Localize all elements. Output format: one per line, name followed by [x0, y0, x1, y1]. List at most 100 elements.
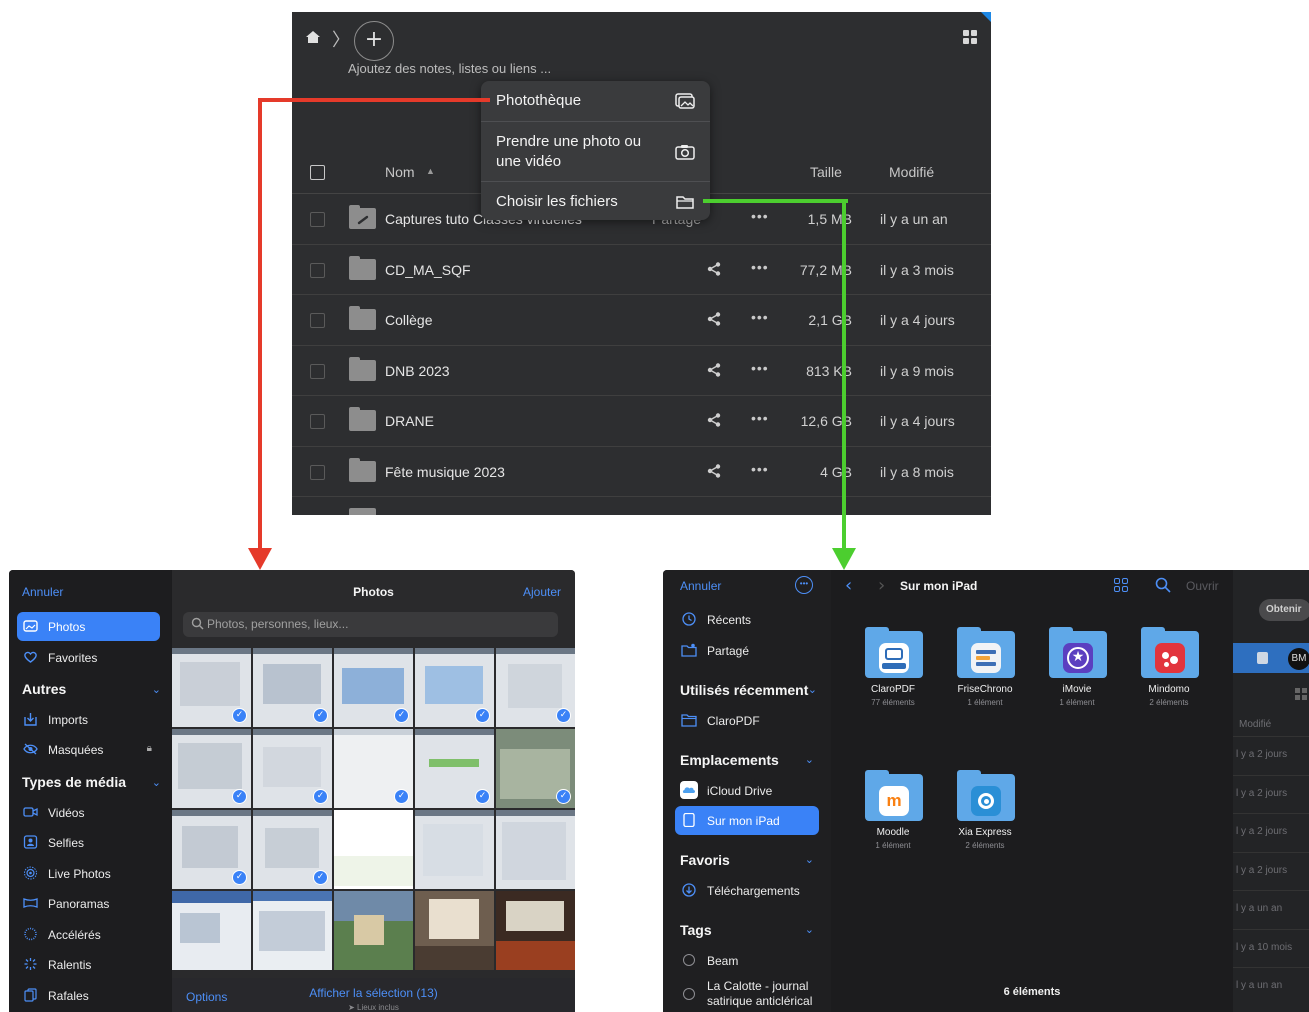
grid-view-icon[interactable] — [1114, 578, 1128, 592]
column-name[interactable]: Nom — [385, 164, 415, 180]
row-checkbox[interactable] — [310, 414, 325, 429]
photo-thumbnail[interactable]: ✓ — [415, 729, 494, 808]
cancel-button[interactable]: Annuler — [680, 579, 721, 593]
notes-placeholder[interactable]: Ajoutez des notes, listes ou liens ... — [348, 61, 551, 76]
share-icon[interactable] — [706, 311, 722, 327]
sidebar-item-imports[interactable]: Imports — [17, 705, 160, 734]
chevron-down-icon[interactable]: ⌄ — [805, 923, 814, 936]
row-checkbox[interactable] — [310, 363, 325, 379]
sidebar-item-recents[interactable]: Récents — [675, 605, 819, 634]
sidebar-item-hidden[interactable]: Masquées 🔒︎ — [17, 735, 160, 764]
photo-thumbnail[interactable]: ✓ — [334, 648, 413, 727]
grid-view-icon[interactable] — [963, 30, 977, 44]
sidebar-item-favorites[interactable]: Favorites — [17, 643, 160, 672]
section-others[interactable]: Autres — [22, 681, 66, 697]
photo-thumbnail[interactable] — [334, 810, 413, 889]
row-actions-button[interactable]: ••• — [751, 360, 769, 376]
sidebar-item-icloud-drive[interactable]: iCloud Drive — [675, 776, 819, 805]
photo-thumbnail[interactable]: ✓ — [172, 648, 251, 727]
section-media-types[interactable]: Types de média — [22, 774, 126, 790]
row-checkbox[interactable] — [310, 313, 325, 328]
table-row[interactable]: DNB 2023 ••• 813 KB il y a 9 mois — [292, 346, 991, 396]
sidebar-item-bursts[interactable]: Rafales — [17, 981, 160, 1010]
sidebar-item-shared[interactable]: Partagé — [675, 636, 819, 665]
sidebar-item-photos[interactable]: Photos — [17, 612, 160, 641]
row-checkbox[interactable] — [310, 464, 325, 480]
row-actions-button[interactable]: ••• — [751, 309, 769, 325]
share-icon[interactable] — [706, 463, 722, 479]
back-chevron-icon[interactable]: ‹ — [845, 575, 852, 596]
sidebar-item-panoramas[interactable]: Panoramas — [17, 889, 160, 918]
photo-thumbnail[interactable] — [415, 810, 494, 889]
sidebar-item-claropdf[interactable]: ClaroPDF — [675, 706, 819, 735]
table-row[interactable]: CD_MA_SQF ••• 77,2 MB il y a 3 mois — [292, 245, 991, 295]
show-selection-button[interactable]: Afficher la sélection (13) — [172, 986, 575, 1000]
table-row[interactable]: Collège ••• 2,1 GB il y a 4 jours — [292, 295, 991, 346]
photo-thumbnail[interactable]: ✓ — [415, 648, 494, 727]
sidebar-item-live-photos[interactable]: Live Photos — [17, 859, 160, 888]
app-folder-mindomo[interactable]: Mindomo 2 éléments — [1129, 627, 1209, 717]
menu-item-photo-library[interactable]: Photothèque — [481, 81, 710, 121]
row-checkbox[interactable] — [310, 262, 325, 278]
photo-thumbnail[interactable]: ✓ — [172, 729, 251, 808]
chevron-down-icon[interactable]: ⌄ — [805, 753, 814, 766]
tag-beam[interactable]: Beam — [707, 954, 738, 968]
add-button[interactable]: Ajouter — [523, 585, 561, 599]
avatar[interactable]: BM — [1288, 648, 1309, 670]
search-icon[interactable] — [1155, 577, 1171, 593]
photo-thumbnail[interactable]: ✓ — [334, 729, 413, 808]
section-favorites[interactable]: Favoris — [680, 852, 730, 868]
more-options-icon[interactable]: ••• — [795, 576, 813, 594]
new-button[interactable]: + — [354, 21, 394, 61]
chevron-down-icon[interactable]: ⌄ — [152, 683, 161, 696]
row-checkbox[interactable] — [310, 212, 325, 227]
photo-thumbnail[interactable] — [496, 891, 575, 970]
menu-item-choose-files[interactable]: Choisir les fichiers — [481, 182, 710, 220]
photo-thumbnail[interactable]: ✓ — [496, 648, 575, 727]
share-icon[interactable] — [706, 261, 722, 277]
column-modified[interactable]: Modifié — [889, 164, 934, 180]
app-folder-imovie[interactable]: ★ iMovie 1 élément — [1037, 627, 1117, 717]
forward-chevron-icon[interactable]: › — [878, 575, 885, 596]
row-actions-button[interactable]: ••• — [751, 410, 769, 426]
select-all-checkbox[interactable] — [310, 165, 325, 180]
table-row[interactable]: DRANE ••• 12,6 GB il y a 4 jours — [292, 396, 991, 447]
tag-la-calotte-line1[interactable]: La Calotte - journal — [707, 979, 808, 993]
photo-thumbnail[interactable] — [253, 891, 332, 970]
share-icon[interactable] — [706, 412, 722, 428]
section-locations[interactable]: Emplacements — [680, 752, 779, 768]
photo-thumbnail[interactable]: ✓ — [172, 810, 251, 889]
sidebar-item-timelapse[interactable]: Accélérés — [17, 920, 160, 949]
photo-thumbnail[interactable] — [415, 891, 494, 970]
photo-thumbnail[interactable]: ✓ — [253, 810, 332, 889]
sidebar-item-slomo[interactable]: Ralentis — [17, 950, 160, 979]
chevron-down-icon[interactable]: ⌄ — [808, 683, 817, 696]
section-tags[interactable]: Tags — [680, 922, 712, 938]
sidebar-item-downloads[interactable]: Téléchargements — [675, 876, 819, 905]
photo-thumbnail[interactable]: ✓ — [253, 729, 332, 808]
share-icon[interactable] — [706, 362, 722, 378]
table-row[interactable]: Fête musique 2023 ••• 4 GB il y a 8 mois — [292, 447, 991, 497]
home-icon[interactable] — [305, 30, 321, 44]
sidebar-item-on-my-ipad[interactable]: Sur mon iPad — [675, 806, 819, 835]
cancel-button[interactable]: Annuler — [22, 585, 63, 599]
app-folder-xia-express[interactable]: Xia Express 2 éléments — [945, 770, 1025, 860]
photo-thumbnail[interactable]: ✓ — [253, 648, 332, 727]
row-actions-button[interactable]: ••• — [751, 461, 769, 477]
section-recently-used[interactable]: Utilisés récemment — [680, 682, 808, 698]
app-folder-moodle[interactable]: m Moodle 1 élément — [853, 770, 933, 860]
photo-thumbnail[interactable] — [334, 891, 413, 970]
menu-item-take-photo[interactable]: Prendre une photo ou une vidéo — [481, 122, 710, 181]
sidebar-item-videos[interactable]: Vidéos — [17, 798, 160, 827]
sidebar-item-selfies[interactable]: Selfies — [17, 828, 160, 857]
search-input[interactable]: Photos, personnes, lieux... — [183, 612, 558, 637]
open-button[interactable]: Ouvrir — [1186, 579, 1219, 593]
chevron-down-icon[interactable]: ⌄ — [152, 776, 161, 789]
get-button[interactable]: Obtenir — [1259, 599, 1309, 621]
tag-la-calotte-line2[interactable]: satirique anticlérical — [707, 994, 812, 1008]
photo-thumbnail[interactable] — [172, 891, 251, 970]
row-actions-button[interactable]: ••• — [751, 208, 769, 224]
chevron-down-icon[interactable]: ⌄ — [805, 853, 814, 866]
column-size[interactable]: Taille — [810, 164, 842, 180]
photo-thumbnail[interactable]: ✓ — [496, 729, 575, 808]
